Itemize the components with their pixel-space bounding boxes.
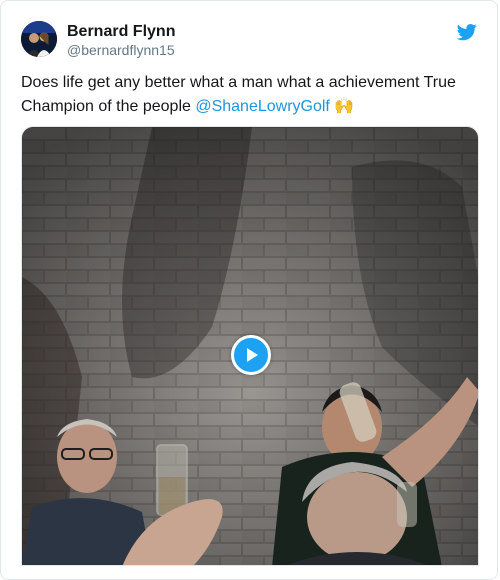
author-names: Bernard Flynn @bernardflynn15: [67, 22, 175, 58]
play-icon: [247, 348, 258, 362]
tweet-card: Bernard Flynn @bernardflynn15 Does life …: [0, 0, 498, 580]
avatar[interactable]: [21, 21, 57, 57]
tweet-header: Bernard Flynn @bernardflynn15: [21, 21, 477, 61]
raising-hands-emoji: 🙌: [334, 96, 355, 115]
avatar-photo: [21, 21, 57, 57]
author-display-name[interactable]: Bernard Flynn: [67, 22, 175, 42]
mention-link[interactable]: @ShaneLowryGolf: [195, 98, 330, 115]
video-media[interactable]: [21, 126, 479, 566]
tweet-text: Does life get any better what a man what…: [21, 71, 476, 118]
play-button[interactable]: [231, 335, 271, 375]
twitter-bird-icon[interactable]: [457, 22, 477, 42]
author-handle[interactable]: @bernardflynn15: [67, 42, 175, 58]
